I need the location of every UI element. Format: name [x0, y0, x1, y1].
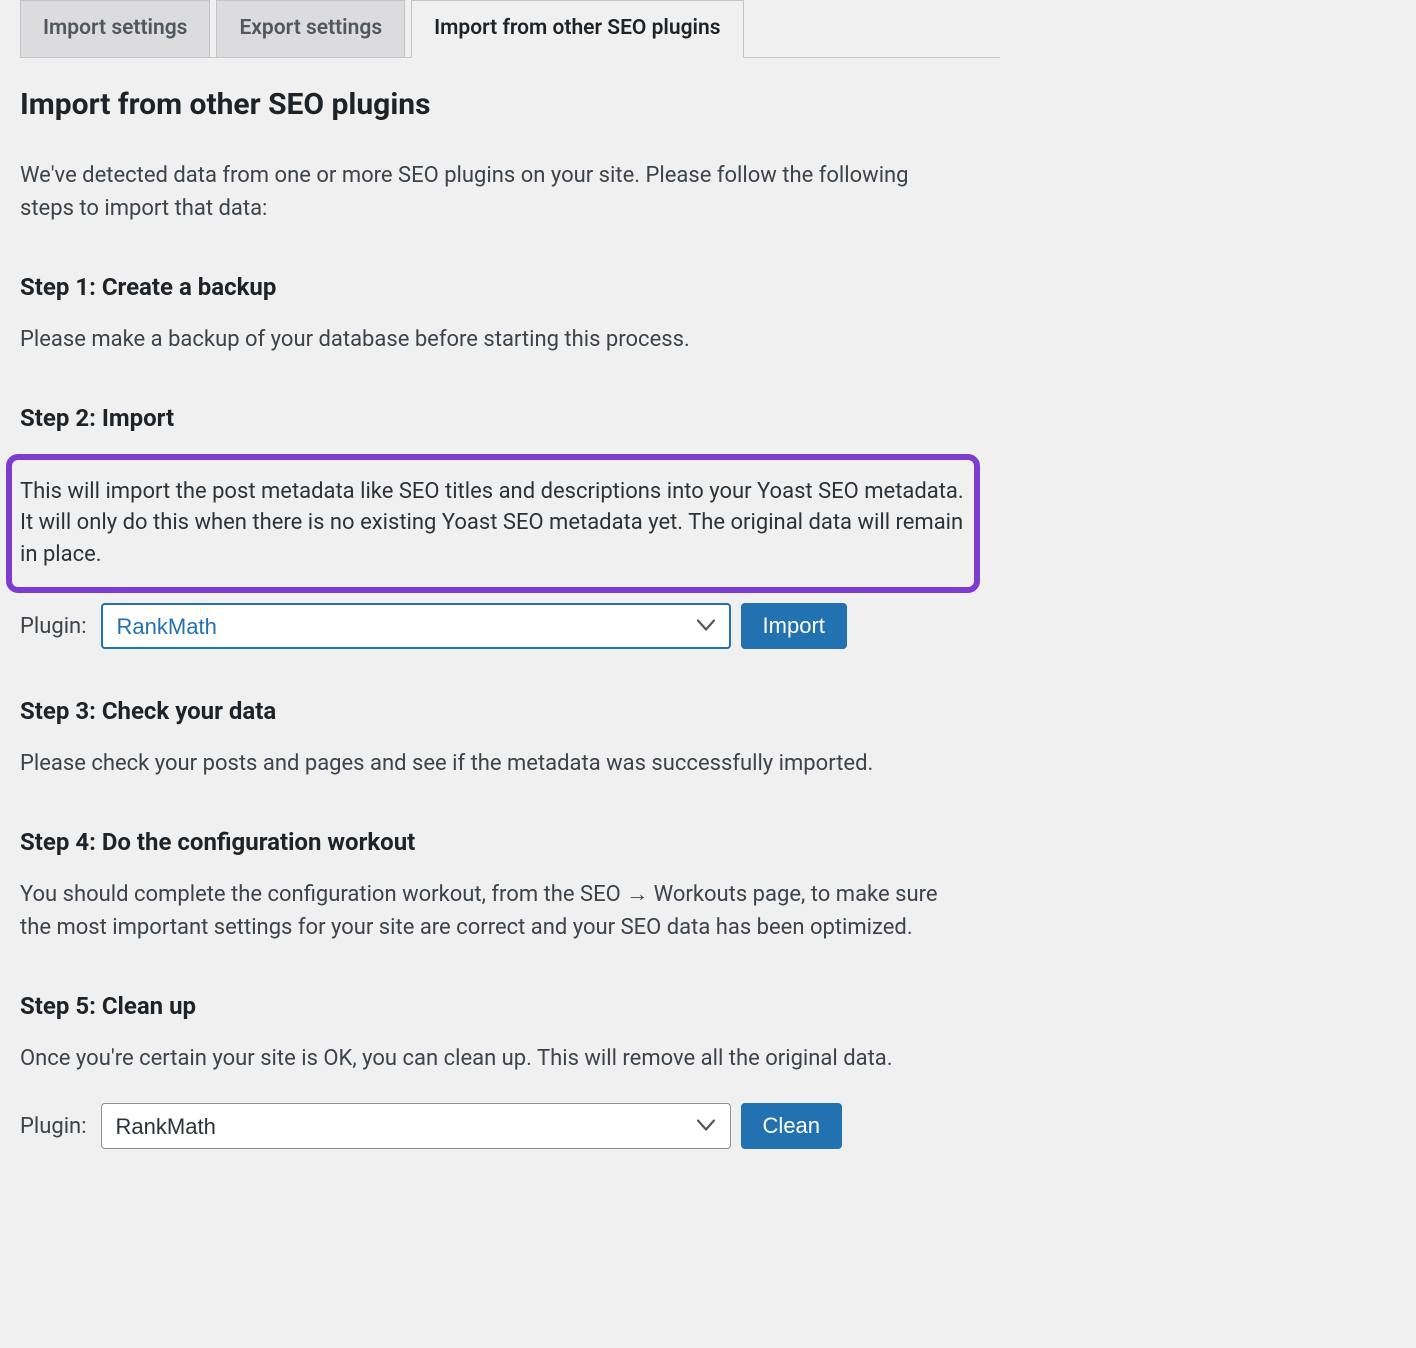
page-title: Import from other SEO plugins	[20, 82, 980, 127]
step2-plugin-select[interactable]: RankMath	[101, 603, 731, 649]
tab-export-settings[interactable]: Export settings	[216, 0, 405, 58]
step2-title: Step 2: Import	[20, 400, 980, 436]
tab-import-settings[interactable]: Import settings	[20, 0, 210, 58]
step4-text: You should complete the configuration wo…	[20, 878, 970, 944]
step5-plugin-row: Plugin: RankMath Clean	[20, 1103, 980, 1149]
step2-highlight-text: This will import the post metadata like …	[20, 476, 964, 572]
step3-title: Step 3: Check your data	[20, 693, 980, 729]
step3-text: Please check your posts and pages and se…	[20, 747, 970, 780]
step2-highlight-box: This will import the post metadata like …	[6, 454, 980, 594]
tabs-bar: Import settings Export settings Import f…	[20, 0, 1000, 58]
import-button[interactable]: Import	[741, 603, 847, 649]
step1-text: Please make a backup of your database be…	[20, 323, 970, 356]
tab-import-from-plugins[interactable]: Import from other SEO plugins	[411, 0, 743, 58]
step5-text: Once you're certain your site is OK, you…	[20, 1042, 970, 1075]
intro-text: We've detected data from one or more SEO…	[20, 159, 950, 225]
step2-plugin-row: Plugin: RankMath Import	[20, 603, 980, 649]
step5-plugin-label: Plugin:	[20, 1110, 87, 1143]
step5-title: Step 5: Clean up	[20, 988, 980, 1024]
clean-button[interactable]: Clean	[741, 1103, 842, 1149]
step2-plugin-label: Plugin:	[20, 610, 87, 643]
step4-title: Step 4: Do the configuration workout	[20, 824, 980, 860]
step1-title: Step 1: Create a backup	[20, 269, 980, 305]
step5-plugin-select[interactable]: RankMath	[101, 1103, 731, 1149]
